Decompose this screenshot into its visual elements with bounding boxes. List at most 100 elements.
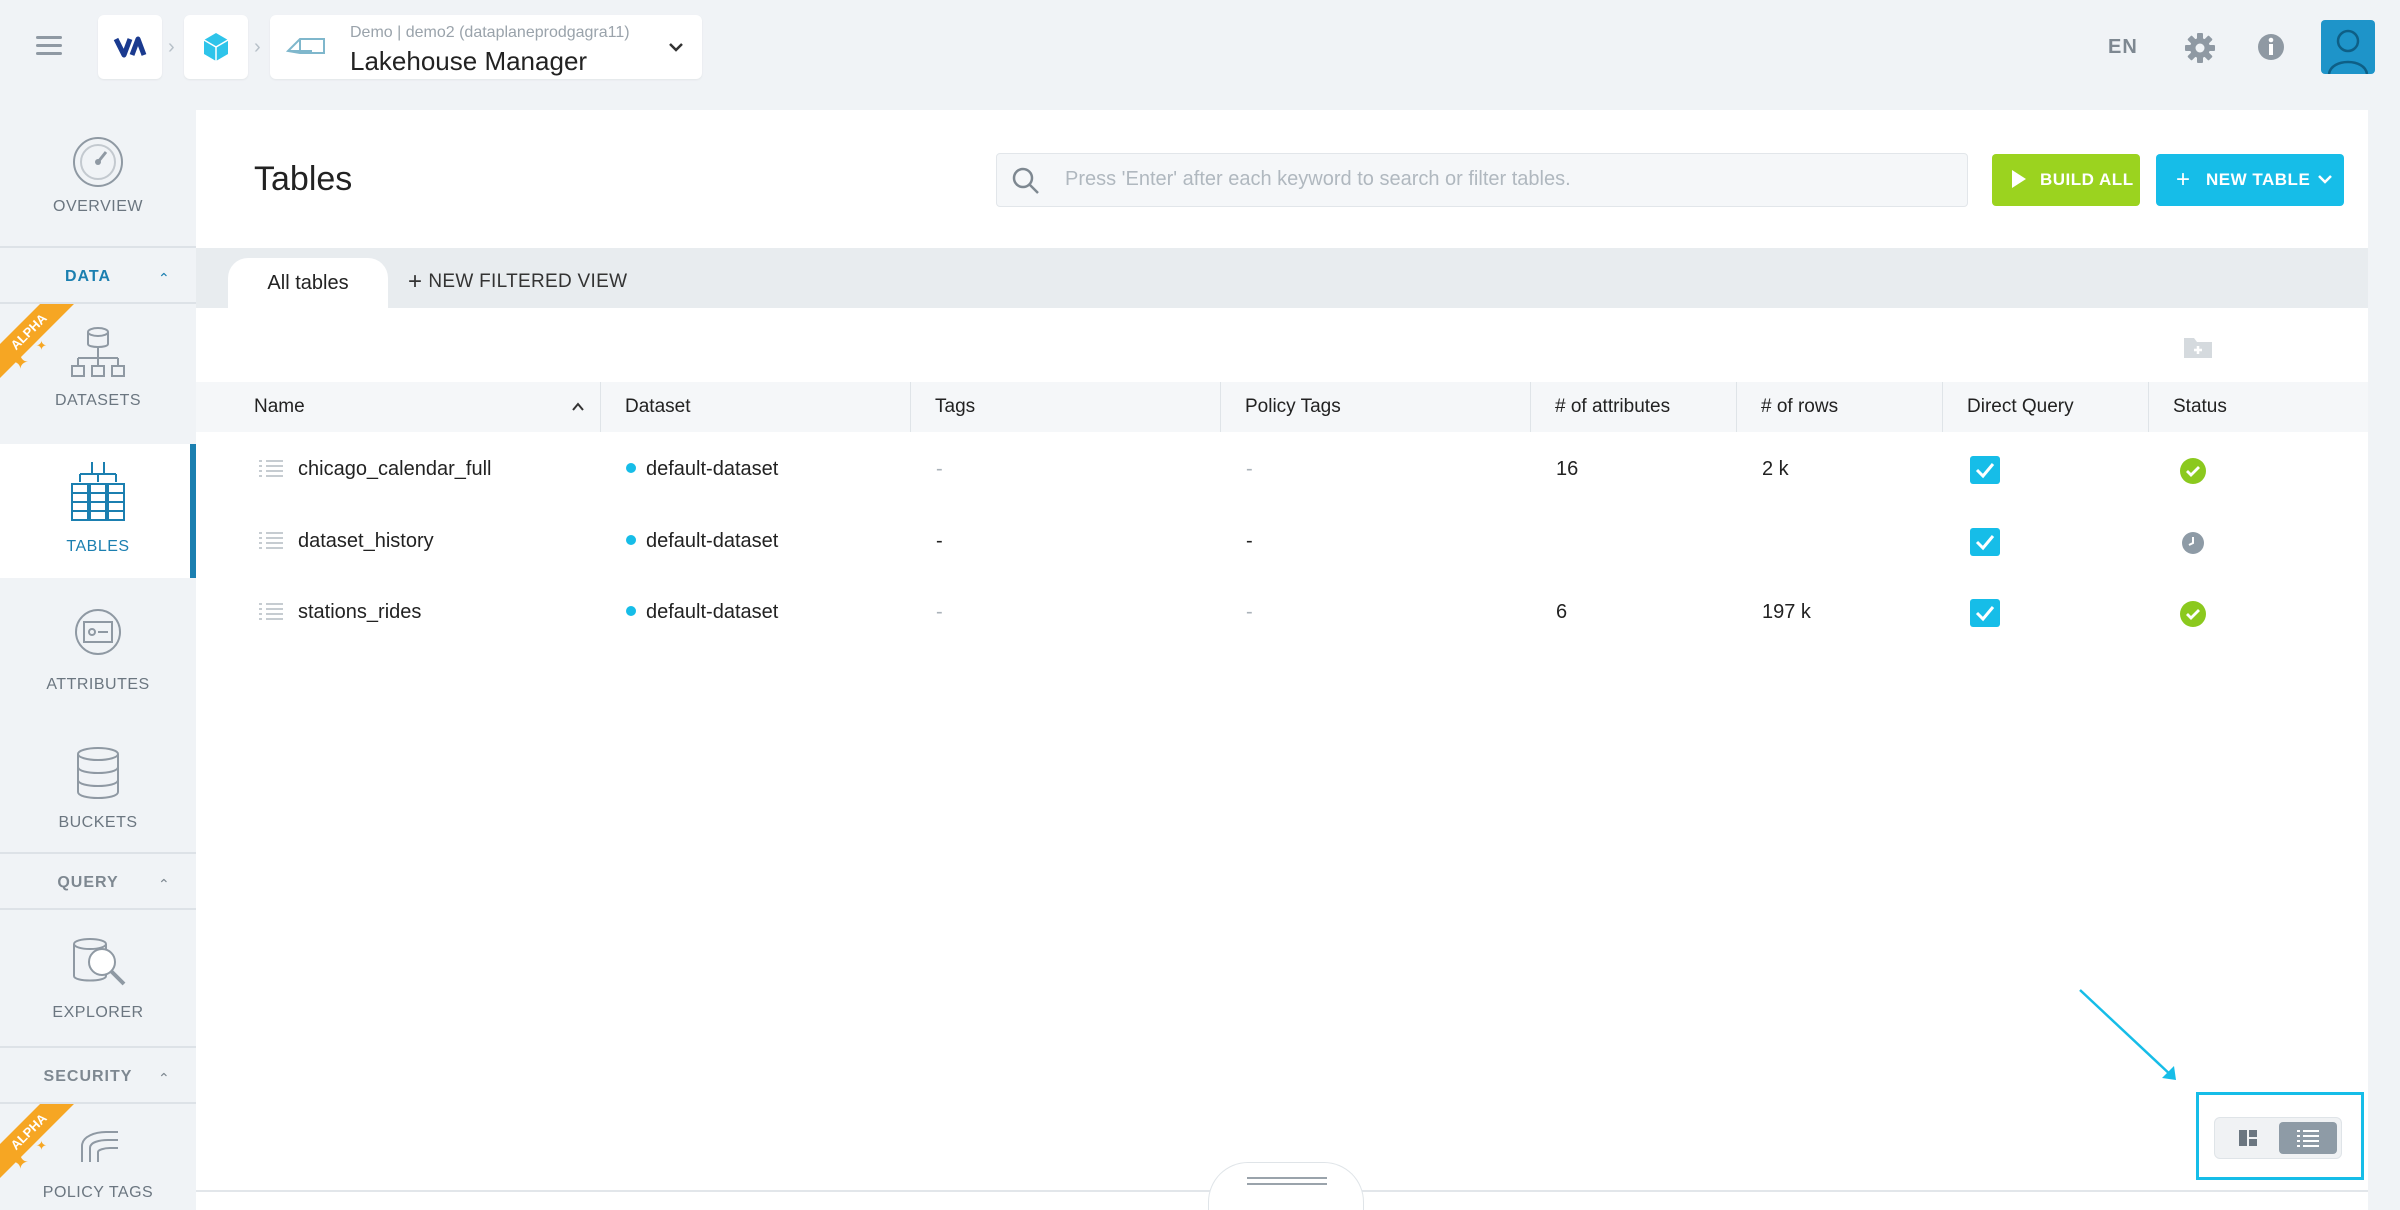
sidebar-item-buckets[interactable]: BUCKETS [0,730,196,860]
breadcrumb-project[interactable] [184,15,248,79]
table-list-icon [259,460,283,477]
view-mode-toggle[interactable] [2214,1117,2342,1159]
logo-icon [113,36,147,58]
column-header-rows[interactable]: # of rows [1736,382,1942,432]
column-header-dataset[interactable]: Dataset [600,382,910,432]
language-selector[interactable]: EN [2108,36,2138,59]
list-view-button[interactable] [2279,1122,2337,1154]
table-row[interactable]: dataset_history default-dataset - - [196,506,2368,577]
dataset-name: default-dataset [646,601,779,623]
section-label: DATA [64,268,112,285]
top-bar: › › Demo | demo2 (dataplaneprodgagra11) … [0,0,2400,96]
chevron-up-icon: ⌃ [158,270,170,286]
new-table-button[interactable]: + NEW TABLE [2156,154,2344,206]
plus-icon: + [2176,166,2191,193]
info-icon[interactable] [2256,32,2286,62]
cube-icon [203,33,229,61]
drawer-handle[interactable] [1208,1162,1364,1210]
attributes-count-cell: 6 [1556,601,1568,623]
app-logo[interactable] [98,15,162,79]
table-name-cell[interactable]: dataset_history [258,506,434,577]
table-name: stations_rides [298,601,422,623]
sidebar-item-label: BUCKETS [58,814,138,831]
chevron-down-icon[interactable] [2316,170,2334,188]
dataset-cell[interactable]: default-dataset [626,506,778,577]
table-name: chicago_calendar_full [298,458,492,480]
dataset-cell[interactable]: default-dataset [626,577,778,648]
sidebar-item-policy-tags[interactable]: ALPHA ✦ ✦ POLICY TAGS [0,1104,196,1210]
tables-icon [71,462,125,521]
column-header-name[interactable]: Name [230,382,596,432]
section-header-security[interactable]: SECURITY ⌃ [0,1046,196,1104]
direct-query-checkbox[interactable] [1970,599,2000,627]
attributes-count-cell: 16 [1556,458,1579,480]
chevron-up-icon: ⌃ [158,876,170,892]
rows-count-cell: 2 k [1762,458,1789,480]
table-name-cell[interactable]: chicago_calendar_full [258,434,491,505]
sort-ascending-icon[interactable] [570,400,586,414]
avatar[interactable] [2321,20,2375,74]
column-header-policy-tags[interactable]: Policy Tags [1220,382,1530,432]
sidebar-item-datasets[interactable]: ALPHA ✦ ✦ DATASETS [0,304,196,434]
column-header-tags[interactable]: Tags [910,382,1220,432]
sidebar-item-label: DATASETS [54,392,142,409]
new-filtered-view-button[interactable]: + NEW FILTERED VIEW [408,268,627,296]
direct-query-checkbox[interactable] [1970,456,2000,484]
status-success-icon [2180,458,2206,484]
search-icon [1012,167,1039,194]
checkmark-icon [1975,606,1995,622]
status-pending-icon [2182,532,2204,554]
build-all-button[interactable]: BUILD ALL [1992,154,2140,206]
dataset-cell[interactable]: default-dataset [626,434,778,505]
table-row[interactable]: chicago_calendar_full default-dataset - … [196,434,2368,505]
table-name-cell[interactable]: stations_rides [258,577,421,648]
sidebar-item-attributes[interactable]: ATTRIBUTES [0,590,196,720]
tab-all-tables[interactable]: All tables [228,258,388,308]
direct-query-checkbox[interactable] [1970,528,2000,556]
sidebar-item-explorer[interactable]: EXPLORER [0,910,196,1046]
policy-tags-cell: - [1246,458,1253,480]
sparkle-icon: ✦ [12,352,29,374]
sparkle-icon: ✦ [36,1138,47,1153]
column-header-label: Name [254,396,305,417]
column-header-direct-query[interactable]: Direct Query [1942,382,2148,432]
breadcrumb-app-selector[interactable]: Demo | demo2 (dataplaneprodgagra11) Lake… [270,15,702,79]
column-header-attributes[interactable]: # of attributes [1530,382,1736,432]
policy-tags-icon [81,1131,118,1162]
new-table-label: NEW TABLE [2206,170,2311,189]
main-panel: Tables BUILD ALL + NEW TABLE All tables … [196,110,2368,1210]
table-row[interactable]: stations_rides default-dataset - - 6 197… [196,577,2368,648]
dataset-dot-icon [626,463,636,473]
sidebar-item-label: ATTRIBUTES [46,676,150,693]
menu-icon[interactable] [36,36,62,56]
view-tabs: All tables + NEW FILTERED VIEW [196,248,2368,308]
sidebar-item-tables[interactable]: TABLES [0,444,196,578]
grid-view-button[interactable] [2219,1122,2277,1154]
sidebar-item-overview[interactable]: OVERVIEW [0,110,196,230]
tags-cell: - [936,530,943,552]
dataset-name: default-dataset [646,458,779,480]
column-header-status[interactable]: Status [2148,382,2368,432]
checkmark-icon [1975,535,1995,551]
plus-icon: + [408,268,423,295]
search-input[interactable] [1065,154,1945,204]
search-box[interactable] [996,153,1968,207]
status-success-icon [2180,601,2206,627]
chevron-up-icon: ⌃ [158,1070,170,1086]
sidebar-item-label: POLICY TAGS [42,1184,154,1201]
tags-cell: - [936,458,943,480]
chevron-down-icon [669,43,683,52]
gauge-icon [73,137,123,187]
section-header-query[interactable]: QUERY ⌃ [0,852,196,910]
sparkle-icon: ✦ [12,1152,29,1174]
section-header-data[interactable]: DATA ⌃ [0,246,196,304]
new-folder-icon[interactable] [2182,334,2214,360]
play-icon [2012,170,2026,188]
sidebar: OVERVIEW DATA ⌃ ALPHA ✦ ✦ DATASETS TABLE… [0,110,196,1210]
gear-icon[interactable] [2184,32,2216,64]
tags-cell: - [936,601,943,623]
policy-tags-cell: - [1246,530,1253,552]
build-all-label: BUILD ALL [2040,170,2134,189]
policy-tags-cell: - [1246,601,1253,623]
dataset-name: default-dataset [646,530,779,552]
